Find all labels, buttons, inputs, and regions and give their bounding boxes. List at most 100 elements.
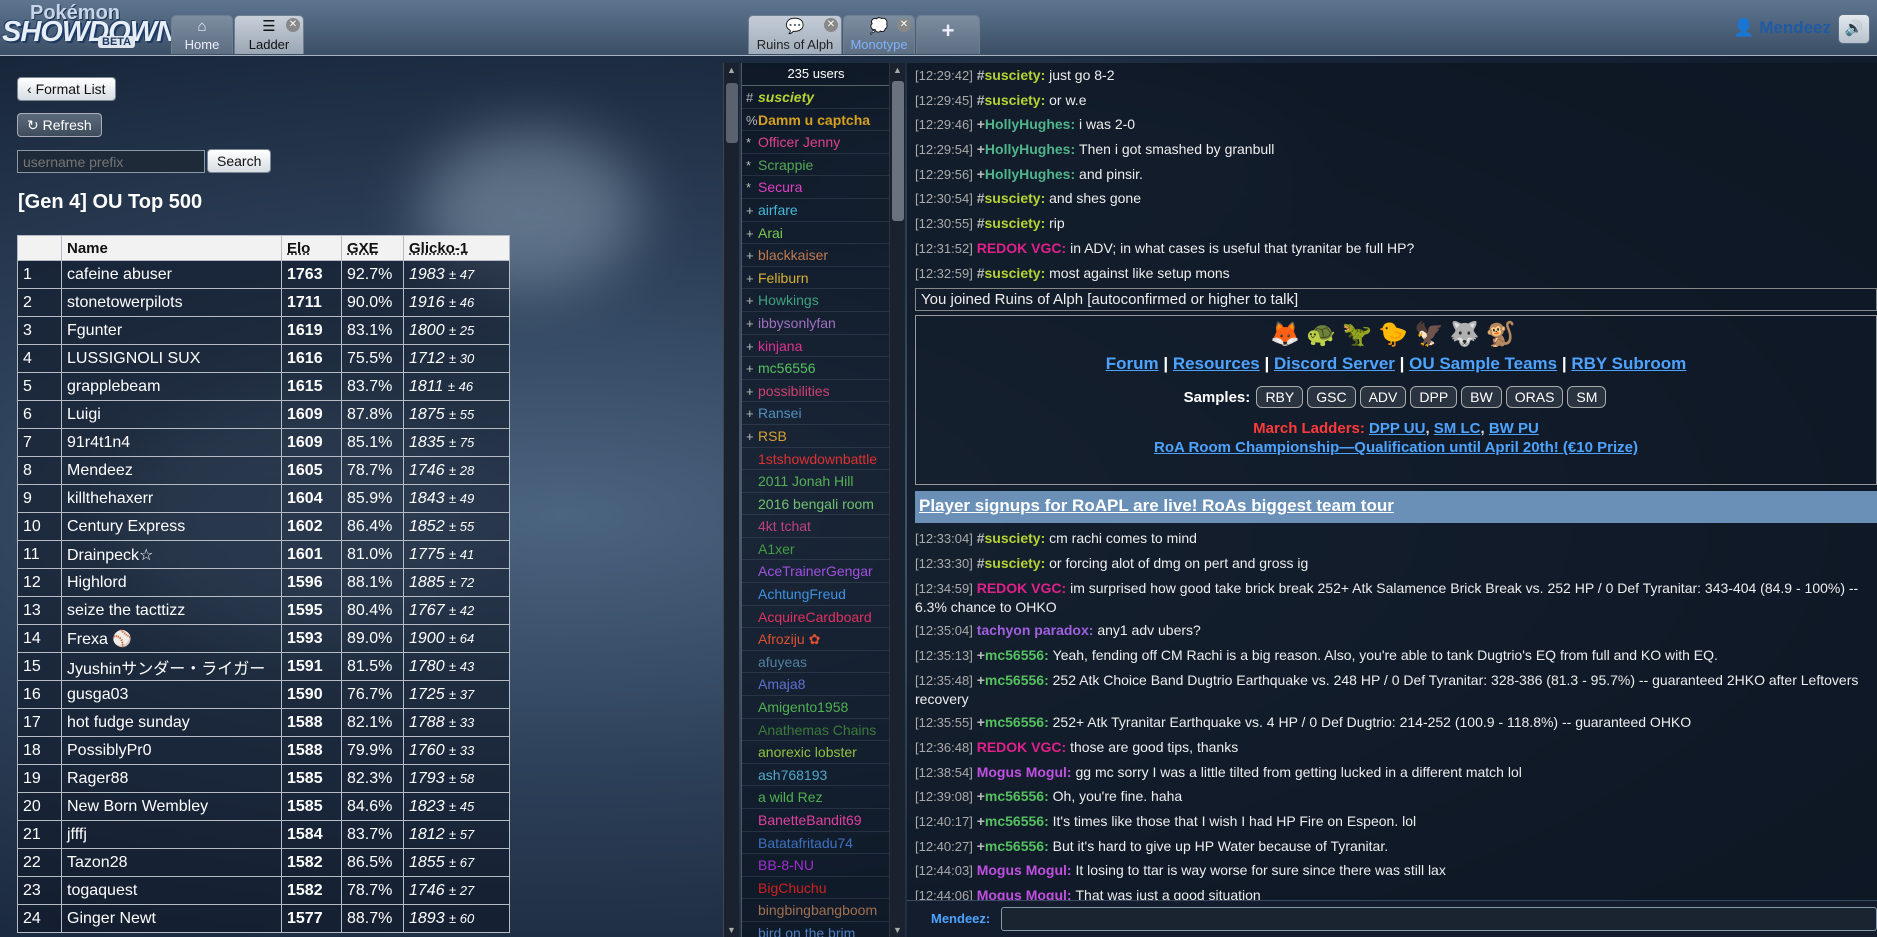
user-list-item[interactable]: 2011 Jonah Hill [742,470,890,493]
player-name-cell[interactable]: cafeine abuser [61,260,282,289]
user-list-item[interactable]: Batatafritadu74 [742,832,890,855]
user-list-item[interactable]: 1stshowdownbattle [742,448,890,471]
championship-link[interactable]: RoA Room Championship—Qualification unti… [1154,439,1638,456]
sample-button[interactable]: ADV [1359,386,1407,409]
player-name-cell[interactable]: gusga03 [61,680,282,709]
column-elo[interactable]: Elo [281,235,342,261]
sample-button[interactable]: BW [1461,386,1502,409]
player-name-cell[interactable]: togaquest [61,876,282,905]
message-author[interactable]: susciety [985,67,1041,83]
message-author[interactable]: susciety [985,265,1041,281]
march-ladder-link[interactable]: BW PU [1489,420,1539,437]
message-author[interactable]: Mogus Mogul [977,764,1067,780]
search-button[interactable]: Search [207,149,272,173]
refresh-button[interactable]: ↻ Refresh [17,113,102,137]
player-name-cell[interactable]: Frexa ⚾ [61,624,282,653]
user-list-item[interactable]: + mc56556 [742,357,890,380]
userlist-scrollbar[interactable]: ▲ ▼ [889,63,905,937]
message-author[interactable]: HollyHughes [985,141,1071,157]
scroll-down-icon[interactable]: ▼ [893,925,902,935]
player-name-cell[interactable]: Fgunter [61,316,282,345]
message-author[interactable]: HollyHughes [985,166,1071,182]
message-author[interactable]: susciety [985,92,1041,108]
user-list-item[interactable]: bingbingbangboom [742,899,890,922]
user-list-item[interactable]: BanetteBandit69 [742,809,890,832]
user-list-item[interactable]: %Damm u captcha [742,109,890,132]
sample-button[interactable]: GSC [1307,386,1356,409]
infobox-link[interactable]: Discord Server [1274,354,1395,373]
player-name-cell[interactable]: hot fudge sunday [61,708,282,737]
user-list-item[interactable]: bird on the brim [742,922,890,937]
march-ladder-link[interactable]: SM LC [1434,420,1481,437]
user-list-item[interactable]: + Ransei [742,402,890,425]
player-name-cell[interactable]: Century Express [61,512,282,541]
player-name-cell[interactable]: grapplebeam [61,372,282,401]
sample-button[interactable]: RBY [1256,386,1304,409]
user-menu[interactable]: 👤 Mendeez [1733,18,1831,38]
scroll-up-icon[interactable]: ▲ [893,65,902,75]
player-name-cell[interactable]: Tazon28 [61,848,282,877]
message-author[interactable]: REDOK VGC [977,240,1062,256]
user-list-item[interactable]: * Secura [742,176,890,199]
infobox-link[interactable]: Resources [1173,354,1260,373]
player-name-cell[interactable]: 91r4t1n4 [61,428,282,457]
message-author[interactable]: mc56556 [985,714,1044,730]
scroll-down-icon[interactable]: ▼ [727,925,736,935]
player-name-cell[interactable]: seize the tacttizz [61,596,282,625]
user-list-item[interactable]: a wild Rez [742,786,890,809]
message-author[interactable]: mc56556 [985,647,1044,663]
user-list-item[interactable]: A1xer [742,538,890,561]
player-name-cell[interactable]: stonetowerpilots [61,288,282,317]
message-author[interactable]: Mogus Mogul [977,862,1067,878]
user-list-item[interactable]: Amaja8 [742,673,890,697]
user-list-item[interactable]: AceTrainerGengar [742,560,890,584]
player-name-cell[interactable]: Ginger Newt [61,904,282,933]
message-author[interactable]: tachyon paradox [977,622,1089,638]
player-name-cell[interactable]: PossiblyPr0 [61,736,282,765]
tab-ladder[interactable]: ☰ Ladder ✕ [234,15,304,54]
message-author[interactable]: REDOK VGC [977,739,1062,755]
message-author[interactable]: mc56556 [985,788,1044,804]
user-list-item[interactable]: + RSB [742,425,890,448]
message-author[interactable]: susciety [985,555,1041,571]
tab-monotype[interactable]: 💭 Monotype ✕ [843,15,915,54]
column-gxe[interactable]: GXE [341,235,404,261]
close-icon[interactable]: ✕ [286,18,300,32]
message-author[interactable]: susciety [985,530,1041,546]
showdown-logo[interactable]: Pokémon SHOWDOWN! BETA [2,2,186,50]
player-name-cell[interactable]: New Born Wembley [61,792,282,821]
user-list-item[interactable]: # susciety [742,86,890,109]
tab-new-room[interactable]: + [916,15,980,54]
player-name-cell[interactable]: LUSSIGNOLI SUX [61,344,282,373]
user-list-item[interactable]: ash768193 [742,764,890,787]
march-ladder-link[interactable]: DPP UU [1369,420,1425,437]
user-list-item[interactable]: + possibilities [742,380,890,403]
announcement-link[interactable]: Player signups for RoAPL are live! RoAs … [919,496,1394,515]
message-author[interactable]: mc56556 [985,813,1044,829]
player-name-cell[interactable]: Luigi [61,400,282,429]
user-list-item[interactable]: afuyeas [742,651,890,674]
user-list-item[interactable]: + Arai [742,222,890,245]
username-search-input[interactable] [17,150,205,173]
player-name-cell[interactable]: jfffj [61,820,282,849]
close-icon[interactable]: ✕ [897,18,911,32]
scrollbar-thumb[interactable] [892,81,904,221]
user-list-item[interactable]: BigChuchu [742,877,890,900]
column-glicko[interactable]: Glicko-1 [403,235,510,261]
sample-button[interactable]: SM [1567,386,1607,409]
tab-ruins-of-alph[interactable]: 💬 Ruins of Alph ✕ [748,15,842,54]
scrollbar-thumb[interactable] [726,83,738,143]
message-author[interactable]: susciety [985,190,1041,206]
message-author[interactable]: susciety [985,215,1041,231]
user-list-item[interactable]: BB-8-NU [742,854,890,877]
scroll-up-icon[interactable]: ▲ [727,65,736,75]
user-list-item[interactable]: + ibbysonlyfan [742,312,890,335]
user-list-item[interactable]: + Howkings [742,289,890,312]
player-name-cell[interactable]: Rager88 [61,764,282,793]
message-author[interactable]: REDOK VGC [977,580,1062,596]
message-author[interactable]: mc56556 [985,672,1044,688]
user-list-item[interactable]: Afroziju ✿ [742,628,890,651]
infobox-link[interactable]: RBY Subroom [1571,354,1686,373]
message-author[interactable]: HollyHughes [985,116,1071,132]
user-list-item[interactable]: Anathemas Chains [742,719,890,742]
